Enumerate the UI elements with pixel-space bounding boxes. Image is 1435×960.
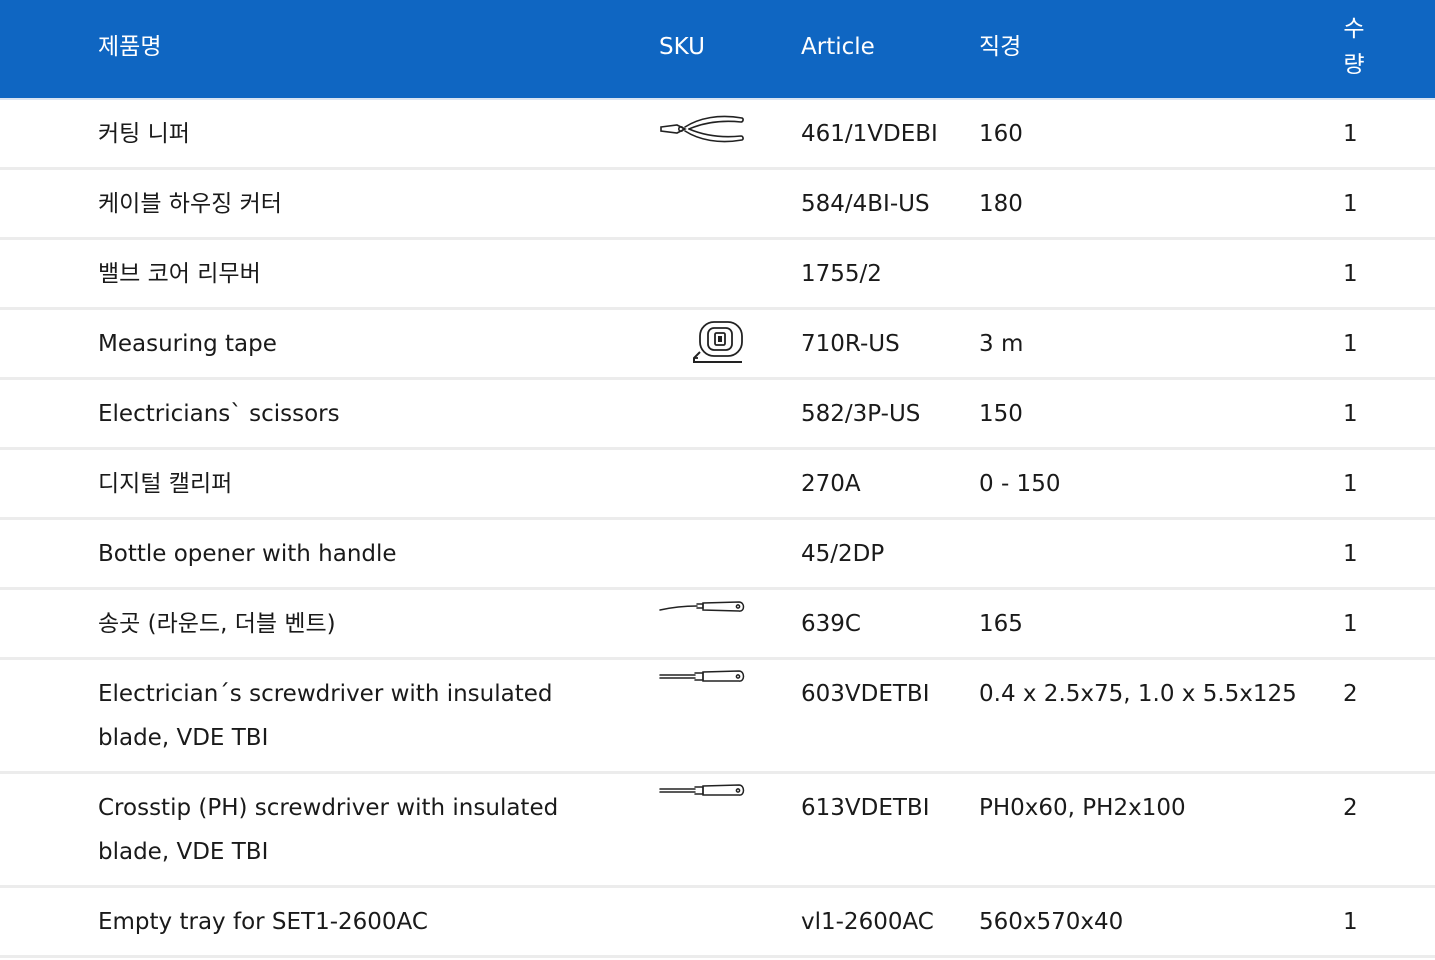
- table-row[interactable]: 커팅 니퍼 461/1VDEBI 160 1: [0, 100, 1435, 170]
- article-number: 584/4BI-US: [801, 191, 930, 217]
- header-product-name[interactable]: 제품명: [98, 29, 161, 65]
- article-number: 45/2DP: [801, 541, 885, 567]
- article-number: 639C: [801, 611, 861, 637]
- quantity-value: 1: [1343, 611, 1358, 637]
- article-number: 461/1VDEBI: [801, 121, 938, 147]
- crosstip-screwdriver-icon: [659, 782, 745, 826]
- table-row[interactable]: Crosstip (PH) screwdriver with insulated…: [0, 774, 1435, 888]
- quantity-value: 1: [1343, 909, 1358, 935]
- product-name[interactable]: 송곳 (라운드, 더블 벤트): [98, 602, 618, 646]
- product-name[interactable]: 커팅 니퍼: [98, 112, 618, 156]
- quantity-value: 1: [1343, 261, 1358, 287]
- table-row[interactable]: 케이블 하우징 커터 584/4BI-US 180 1: [0, 170, 1435, 240]
- quantity-value: 1: [1343, 471, 1358, 497]
- table-row[interactable]: Bottle opener with handle 45/2DP 1: [0, 520, 1435, 590]
- quantity-value: 1: [1343, 541, 1358, 567]
- table-row[interactable]: 밸브 코어 리무버 1755/2 1: [0, 240, 1435, 310]
- article-number: 710R-US: [801, 331, 900, 357]
- product-name[interactable]: Measuring tape: [98, 322, 618, 366]
- product-name[interactable]: Bottle opener with handle: [98, 532, 618, 576]
- screwdriver-icon: [659, 668, 745, 712]
- diameter-value: 180: [979, 191, 1023, 217]
- product-name[interactable]: Electrician´s screwdriver with insulated…: [98, 672, 618, 760]
- header-sku[interactable]: SKU: [659, 29, 705, 65]
- diameter-value: 160: [979, 121, 1023, 147]
- diameter-value: PH0x60, PH2x100: [979, 795, 1186, 821]
- article-number: 582/3P-US: [801, 401, 921, 427]
- pliers-icon: [659, 108, 745, 152]
- awl-icon: [659, 598, 745, 642]
- article-number: 603VDETBI: [801, 681, 930, 707]
- table-row[interactable]: Empty tray for SET1-2600AC vl1-2600AC 56…: [0, 888, 1435, 958]
- quantity-value: 2: [1343, 795, 1358, 821]
- product-table: 제품명 SKU Article 직경 수량 커팅 니퍼 461/1VDEBI 1…: [0, 0, 1435, 958]
- diameter-value: 0 - 150: [979, 471, 1061, 497]
- article-number: 270A: [801, 471, 861, 497]
- table-row[interactable]: Measuring tape 710R-US 3 m 1: [0, 310, 1435, 380]
- measuring-tape-icon: [690, 318, 746, 363]
- product-name[interactable]: 케이블 하우징 커터: [98, 182, 618, 226]
- diameter-value: 150: [979, 401, 1023, 427]
- quantity-value: 1: [1343, 331, 1358, 357]
- product-name[interactable]: 디지털 캘리퍼: [98, 462, 618, 506]
- product-name[interactable]: Electricians` scissors: [98, 392, 618, 436]
- header-article[interactable]: Article: [801, 29, 875, 65]
- quantity-value: 1: [1343, 121, 1358, 147]
- header-quantity[interactable]: 수량: [1342, 11, 1366, 83]
- article-number: 1755/2: [801, 261, 882, 287]
- product-name[interactable]: Crosstip (PH) screwdriver with insulated…: [98, 786, 618, 874]
- table-row[interactable]: 송곳 (라운드, 더블 벤트) 639C 165 1: [0, 590, 1435, 660]
- quantity-value: 1: [1343, 191, 1358, 217]
- diameter-value: 0.4 x 2.5x75, 1.0 x 5.5x125: [979, 681, 1297, 707]
- table-row[interactable]: Electrician´s screwdriver with insulated…: [0, 660, 1435, 774]
- table-row[interactable]: Electricians` scissors 582/3P-US 150 1: [0, 380, 1435, 450]
- product-name[interactable]: Empty tray for SET1-2600AC: [98, 900, 618, 944]
- diameter-value: 560x570x40: [979, 909, 1124, 935]
- header-diameter[interactable]: 직경: [979, 29, 1021, 65]
- quantity-value: 2: [1343, 681, 1358, 707]
- diameter-value: 3 m: [979, 331, 1024, 357]
- product-name[interactable]: 밸브 코어 리무버: [98, 252, 618, 296]
- diameter-value: 165: [979, 611, 1023, 637]
- article-number: vl1-2600AC: [801, 909, 934, 935]
- table-header: 제품명 SKU Article 직경 수량: [0, 0, 1435, 100]
- quantity-value: 1: [1343, 401, 1358, 427]
- table-row[interactable]: 디지털 캘리퍼 270A 0 - 150 1: [0, 450, 1435, 520]
- article-number: 613VDETBI: [801, 795, 930, 821]
